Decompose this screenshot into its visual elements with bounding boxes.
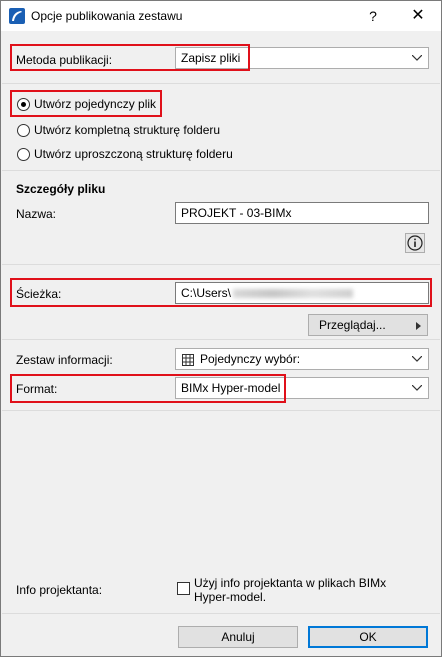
info-set-select[interactable]: Pojedynczy wybór: xyxy=(175,348,429,370)
radio-full-folder-structure[interactable] xyxy=(17,124,30,137)
divider xyxy=(2,339,440,340)
name-input[interactable]: PROJEKT - 03-BIMx xyxy=(175,202,429,224)
browse-button-label: Przeglądaj... xyxy=(319,318,386,332)
ok-button[interactable]: OK xyxy=(308,626,428,648)
divider xyxy=(2,83,440,84)
redacted-path-blur xyxy=(233,289,354,299)
publish-method-select[interactable]: Zapisz pliki xyxy=(175,47,429,69)
path-input[interactable]: C:\Users\ xyxy=(175,282,429,304)
path-label: Ścieżka: xyxy=(16,287,62,301)
cancel-button[interactable]: Anuluj xyxy=(178,626,298,648)
radio-simplified-folder-structure[interactable] xyxy=(17,148,30,161)
publish-method-value: Zapisz pliki xyxy=(181,51,241,65)
radio-single-file[interactable] xyxy=(17,98,30,111)
chevron-down-icon xyxy=(412,55,422,61)
browse-button[interactable]: Przeglądaj... xyxy=(308,314,428,336)
divider xyxy=(2,613,440,614)
format-value: BIMx Hyper-model xyxy=(181,381,281,395)
chevron-right-icon xyxy=(416,322,421,330)
info-set-value: Pojedynczy wybór: xyxy=(200,352,301,366)
designer-info-checkbox-label[interactable]: Użyj info projektanta w plikach BIMx Hyp… xyxy=(194,576,386,604)
radio-full-folder-structure-label[interactable]: Utwórz kompletną strukturę folderu xyxy=(34,123,220,137)
path-value: C:\Users\ xyxy=(181,286,232,300)
close-button[interactable]: ✕ xyxy=(395,1,441,31)
chevron-down-icon xyxy=(412,356,422,362)
radio-single-file-label[interactable]: Utwórz pojedynczy plik xyxy=(34,97,156,111)
format-label: Format: xyxy=(16,382,58,396)
info-button[interactable] xyxy=(405,233,425,253)
info-icon xyxy=(407,235,423,251)
dialog-title: Opcje publikowania zestawu xyxy=(31,9,183,23)
help-button[interactable]: ? xyxy=(357,1,389,31)
designer-info-text-line2: Hyper-model. xyxy=(194,590,267,604)
publish-method-label: Metoda publikacji: xyxy=(16,53,113,67)
info-set-label: Zestaw informacji: xyxy=(16,353,113,367)
divider xyxy=(2,264,440,265)
file-details-heading: Szczegóły pliku xyxy=(16,182,106,196)
title-bar: Opcje publikowania zestawu ? ✕ xyxy=(1,1,441,31)
radio-selected-dot xyxy=(21,102,26,107)
grid-table-icon xyxy=(182,354,194,366)
divider xyxy=(2,170,440,171)
publish-options-dialog: Opcje publikowania zestawu ? ✕ Metoda pu… xyxy=(0,0,442,657)
archicad-app-icon xyxy=(9,8,25,24)
designer-info-text-line1: Użyj info projektanta w plikach BIMx xyxy=(194,576,387,590)
divider xyxy=(2,410,440,411)
format-select[interactable]: BIMx Hyper-model xyxy=(175,377,429,399)
designer-info-label: Info projektanta: xyxy=(16,583,103,597)
radio-simplified-folder-structure-label[interactable]: Utwórz uproszczoną strukturę folderu xyxy=(34,147,233,161)
name-label: Nazwa: xyxy=(16,207,57,221)
chevron-down-icon xyxy=(412,385,422,391)
designer-info-checkbox[interactable] xyxy=(177,582,190,595)
